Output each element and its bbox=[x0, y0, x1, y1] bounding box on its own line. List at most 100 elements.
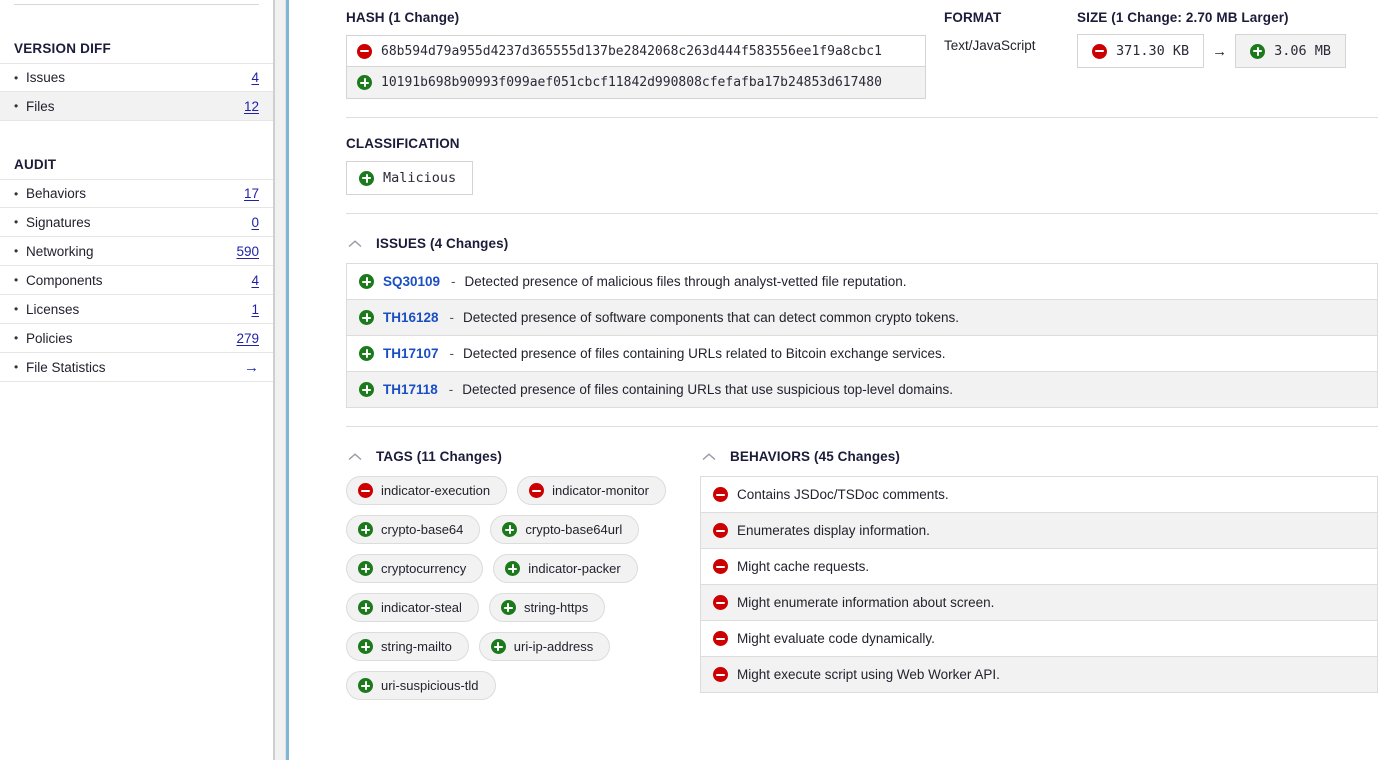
classification-title: CLASSIFICATION bbox=[346, 136, 1378, 151]
behavior-description: Might cache requests. bbox=[737, 559, 869, 574]
arrow-right-icon: → bbox=[1212, 43, 1227, 60]
behaviors-table: Contains JSDoc/TSDoc comments.Enumerates… bbox=[700, 476, 1378, 693]
table-row[interactable]: SQ30109-Detected presence of malicious f… bbox=[347, 264, 1377, 300]
sidebar-item-issues[interactable]: •Issues4 bbox=[0, 63, 273, 92]
size-old-box: 371.30 KB bbox=[1077, 34, 1204, 68]
sidebar-item-file-statistics[interactable]: •File Statistics→ bbox=[0, 353, 273, 382]
tag-label: string-mailto bbox=[381, 639, 452, 654]
table-row[interactable]: TH16128-Detected presence of software co… bbox=[347, 300, 1377, 336]
tag-chip[interactable]: string-mailto bbox=[346, 632, 469, 661]
sidebar-item-count[interactable]: 17 bbox=[244, 186, 259, 201]
table-row[interactable]: Contains JSDoc/TSDoc comments. bbox=[701, 477, 1377, 513]
tag-chip[interactable]: string-https bbox=[489, 593, 605, 622]
tags-section: TAGS (11 Changes) indicator-execution ind… bbox=[346, 427, 696, 710]
sidebar-item-count[interactable]: 590 bbox=[236, 244, 259, 259]
sidebar-item-count[interactable]: 4 bbox=[251, 273, 259, 288]
sidebar-group-title: AUDIT bbox=[0, 157, 273, 172]
sidebar-item-files[interactable]: •Files12 bbox=[0, 92, 273, 121]
tag-label: indicator-packer bbox=[528, 561, 621, 576]
plus-icon bbox=[359, 310, 374, 325]
behavior-description: Might execute script using Web Worker AP… bbox=[737, 667, 1000, 682]
table-row[interactable]: TH17107-Detected presence of files conta… bbox=[347, 336, 1377, 372]
plus-icon bbox=[359, 171, 374, 186]
issue-id-link[interactable]: TH17107 bbox=[383, 346, 439, 361]
tag-chip[interactable]: cryptocurrency bbox=[346, 554, 483, 583]
hash-section: HASH (1 Change) 68b594d79a955d4237d36555… bbox=[346, 10, 926, 99]
sidebar-group-title: VERSION DIFF bbox=[0, 41, 273, 56]
bullet-icon: • bbox=[14, 361, 26, 373]
plus-icon bbox=[491, 639, 506, 654]
plus-icon bbox=[505, 561, 520, 576]
vertical-scrollbar-thumb[interactable] bbox=[286, 0, 289, 760]
issues-header[interactable]: ISSUES (4 Changes) bbox=[346, 236, 1378, 251]
plus-icon bbox=[1250, 44, 1265, 59]
table-row[interactable]: Might enumerate information about screen… bbox=[701, 585, 1377, 621]
tag-chip[interactable]: indicator-execution bbox=[346, 476, 507, 505]
minus-icon bbox=[529, 483, 544, 498]
format-title: FORMAT bbox=[944, 10, 1071, 25]
sidebar-item-count[interactable]: 12 bbox=[244, 99, 259, 114]
tag-chip[interactable]: indicator-packer bbox=[493, 554, 638, 583]
plus-icon bbox=[358, 678, 373, 693]
chevron-up-icon[interactable] bbox=[346, 238, 364, 250]
sidebar-item-label: Components bbox=[26, 273, 251, 288]
size-comparison: 371.30 KB → 3.06 MB bbox=[1077, 34, 1378, 68]
bullet-icon: • bbox=[14, 188, 26, 200]
chevron-up-icon[interactable] bbox=[700, 451, 718, 463]
classification-value: Malicious bbox=[383, 170, 456, 186]
sidebar-item-networking[interactable]: •Networking590 bbox=[0, 237, 273, 266]
sidebar-item-policies[interactable]: •Policies279 bbox=[0, 324, 273, 353]
issue-separator: - bbox=[450, 310, 455, 325]
tags-header[interactable]: TAGS (11 Changes) bbox=[346, 449, 696, 464]
tag-label: indicator-execution bbox=[381, 483, 490, 498]
tag-chip[interactable]: uri-suspicious-tld bbox=[346, 671, 496, 700]
sidebar-item-components[interactable]: •Components4 bbox=[0, 266, 273, 295]
hash-removed-value: 68b594d79a955d4237d365555d137be2842068c2… bbox=[381, 44, 882, 59]
sidebar-item-behaviors[interactable]: •Behaviors17 bbox=[0, 179, 273, 208]
issue-id-link[interactable]: TH17118 bbox=[383, 382, 438, 397]
arrow-right-icon[interactable]: → bbox=[244, 360, 259, 375]
tag-label: uri-ip-address bbox=[514, 639, 593, 654]
sidebar-item-label: Networking bbox=[26, 244, 236, 259]
tag-chip[interactable]: indicator-steal bbox=[346, 593, 479, 622]
plus-icon bbox=[357, 75, 372, 90]
format-section: FORMAT Text/JavaScript bbox=[926, 10, 1071, 53]
section-divider bbox=[346, 213, 1378, 214]
sidebar-item-signatures[interactable]: •Signatures0 bbox=[0, 208, 273, 237]
size-title: SIZE (1 Change: 2.70 MB Larger) bbox=[1077, 10, 1378, 25]
bullet-icon: • bbox=[14, 216, 26, 228]
sidebar-item-label: Issues bbox=[26, 70, 251, 85]
table-row[interactable]: TH17118-Detected presence of files conta… bbox=[347, 372, 1377, 408]
tag-chip[interactable]: indicator-monitor bbox=[517, 476, 666, 505]
vertical-scrollbar-track[interactable] bbox=[275, 0, 286, 760]
sidebar-top-divider bbox=[14, 4, 259, 5]
sidebar-item-count[interactable]: 4 bbox=[251, 70, 259, 85]
plus-icon bbox=[358, 600, 373, 615]
chevron-up-icon[interactable] bbox=[346, 451, 364, 463]
minus-icon bbox=[713, 667, 728, 682]
bullet-icon: • bbox=[14, 332, 26, 344]
table-row[interactable]: Might cache requests. bbox=[701, 549, 1377, 585]
tag-chip[interactable]: uri-ip-address bbox=[479, 632, 610, 661]
tag-chip[interactable]: crypto-base64url bbox=[490, 515, 639, 544]
table-row[interactable]: Enumerates display information. bbox=[701, 513, 1377, 549]
tag-label: indicator-monitor bbox=[552, 483, 649, 498]
issue-description: Detected presence of files containing UR… bbox=[463, 346, 946, 361]
sidebar-item-label: Behaviors bbox=[26, 186, 244, 201]
issue-id-link[interactable]: SQ30109 bbox=[383, 274, 440, 289]
table-row[interactable]: Might execute script using Web Worker AP… bbox=[701, 657, 1377, 693]
sidebar-item-count[interactable]: 0 bbox=[251, 215, 259, 230]
sidebar-item-label: Licenses bbox=[26, 302, 251, 317]
minus-icon bbox=[713, 487, 728, 502]
tags-title: TAGS (11 Changes) bbox=[376, 449, 502, 464]
behaviors-header[interactable]: BEHAVIORS (45 Changes) bbox=[700, 449, 1378, 464]
minus-icon bbox=[713, 559, 728, 574]
sidebar-item-count[interactable]: 279 bbox=[236, 331, 259, 346]
sidebar: VERSION DIFF•Issues4•Files12AUDIT•Behavi… bbox=[0, 0, 273, 760]
sidebar-item-licenses[interactable]: •Licenses1 bbox=[0, 295, 273, 324]
tag-chip[interactable]: crypto-base64 bbox=[346, 515, 480, 544]
issue-separator: - bbox=[450, 346, 455, 361]
table-row[interactable]: Might evaluate code dynamically. bbox=[701, 621, 1377, 657]
sidebar-item-count[interactable]: 1 bbox=[251, 302, 259, 317]
issue-id-link[interactable]: TH16128 bbox=[383, 310, 439, 325]
